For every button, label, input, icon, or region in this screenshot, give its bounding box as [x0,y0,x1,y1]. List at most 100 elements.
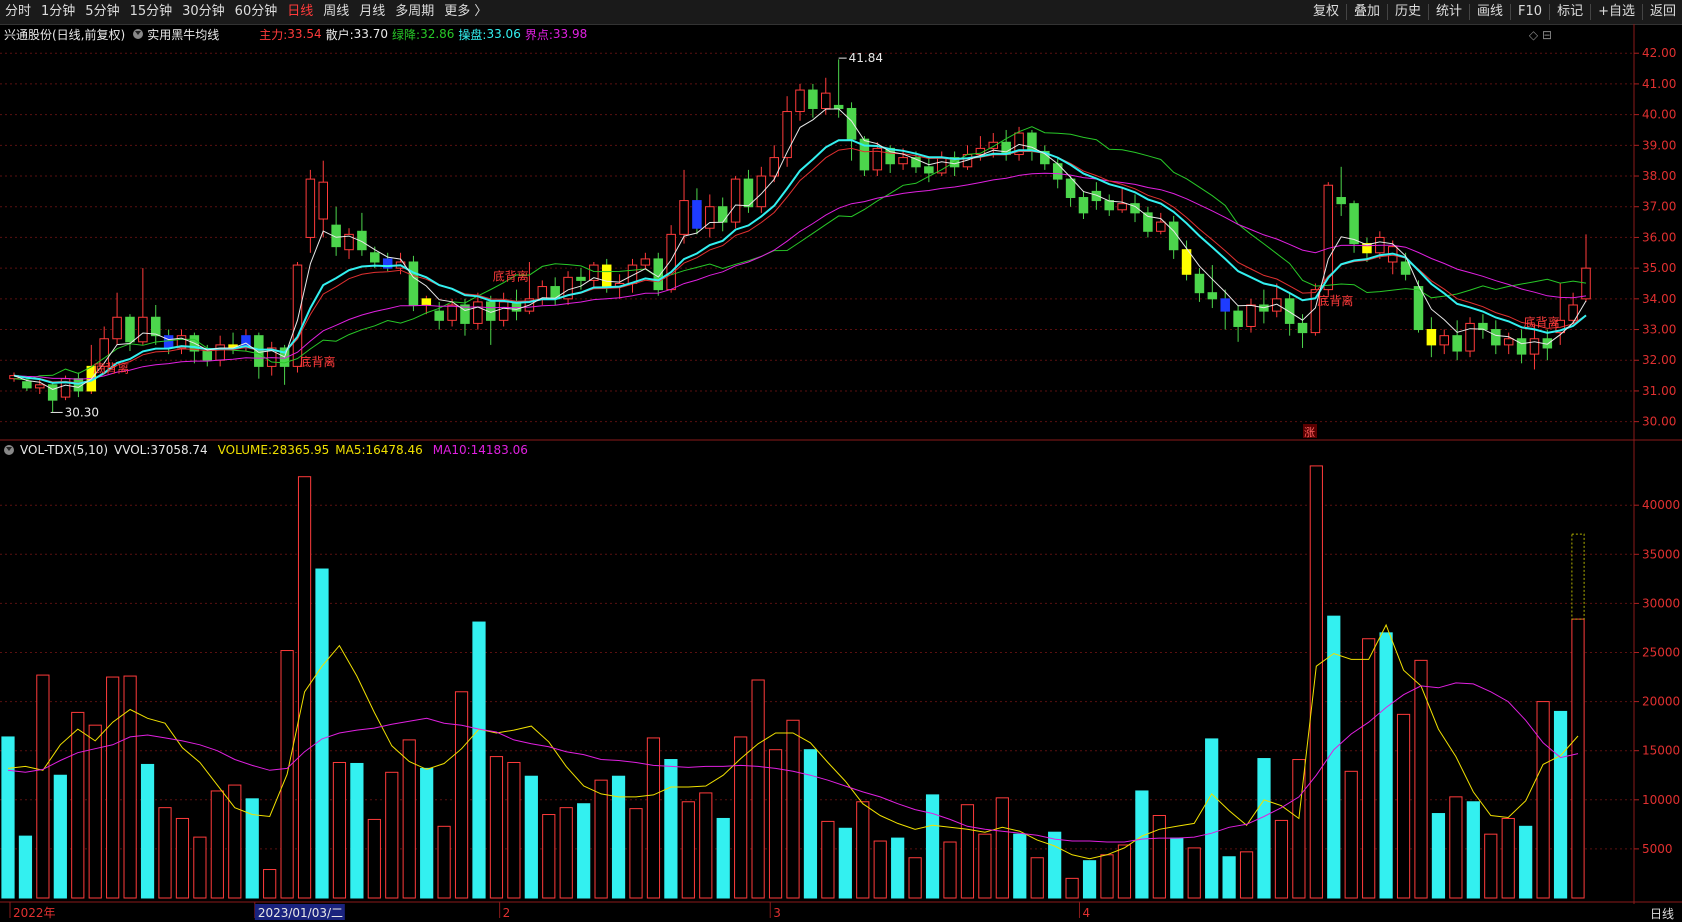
candle-body [1027,132,1037,152]
zhuli-value: 33.54 [287,27,322,41]
candle-16 [215,335,225,367]
candle-59 [769,145,779,183]
candle-122 [1581,234,1591,302]
candle-91 [1181,240,1192,281]
volume-bar-72 [1257,758,1271,899]
tab-period-7[interactable]: 周线 [318,0,354,24]
candle-9 [125,314,135,352]
diamond-icon[interactable]: ◇ [1529,28,1538,42]
candle-body [1375,236,1385,254]
candle-body [1529,338,1540,355]
candle-body [1143,212,1153,232]
volume-bar-62 [1082,860,1097,899]
candle-body [266,347,277,367]
candle-94 [1220,289,1230,330]
volume-bar-27 [472,621,486,899]
toolbar-action-1[interactable]: 叠加 [1348,0,1386,24]
tab-period-0[interactable]: 分时 [0,0,36,24]
candle-12 [163,329,174,355]
volume-bar-28 [489,756,504,899]
volume-bar-76 [1327,615,1341,899]
volume-bar-31 [542,814,556,899]
footer-period[interactable]: 日线 [1650,905,1674,922]
candle-79 [1027,129,1037,161]
volume-bar-44 [768,749,783,899]
toolbar-separator [1469,4,1471,20]
date-highlight [254,904,345,920]
candle-body [808,89,818,109]
toolbar-action-8[interactable]: 返回 [1644,0,1682,24]
vol-indicator-name[interactable]: VOL-TDX(5,10) [20,443,108,457]
candle-body [1387,246,1398,263]
candle-body [99,338,109,367]
volume-bar-46 [803,749,818,899]
tab-period-5[interactable]: 60分钟 [230,0,283,24]
volume-tick-label: 15000 [1642,744,1680,758]
tab-period-4[interactable]: 30分钟 [177,0,230,24]
candle-body [47,384,58,401]
tab-period-2[interactable]: 5分钟 [80,0,124,24]
candle-29 [382,252,393,272]
candle-body [1297,322,1308,334]
candle-body [511,301,522,312]
candle-body [1516,338,1527,355]
candle-34 [447,298,457,327]
main-info-bar: 兴通股份(日线,前复权) 实用黑牛均线 主力: 33.54 散户: 33.70 … [0,25,591,43]
candle-68 [885,145,895,173]
tab-period-10[interactable]: 更多 〉 [439,0,492,24]
collapse-icon[interactable]: ⊟ [1542,28,1552,42]
candle-22 [292,261,303,373]
candle-24 [318,160,328,238]
candle-body [589,264,599,281]
price-tick-label: 30.00 [1642,415,1676,429]
candle-40 [524,261,535,315]
price-tick-label: 35.00 [1642,261,1676,275]
tab-period-9[interactable]: 多周期 [390,0,439,24]
dropdown-circle-icon[interactable] [133,29,144,39]
volume-bar-34 [594,779,608,899]
volume-bar-68 [1187,847,1201,899]
volume-bar-38 [664,759,678,899]
tab-period-1[interactable]: 1分钟 [36,0,80,24]
candle-95 [1233,304,1243,342]
toolbar-action-5[interactable]: F10 [1512,0,1548,24]
vvol-label: VVOL: [114,443,151,457]
volume-bar-80 [1396,713,1411,899]
candle-body [163,335,174,349]
tab-period-8[interactable]: 月线 [354,0,390,24]
candle-28 [370,246,380,269]
candle-41 [537,280,548,305]
volume-bar-60 [1048,831,1062,899]
vvol-value: 37058.74 [150,443,208,457]
candle-35 [460,298,470,336]
volume-bar-29 [507,761,521,899]
toolbar-action-7[interactable]: +自选 [1592,0,1641,24]
toolbar-action-0[interactable]: 复权 [1307,0,1345,24]
volume-bar-75 [1309,465,1323,899]
toolbar-action-2[interactable]: 历史 [1389,0,1427,24]
volume-bar-83 [1449,796,1463,899]
zhang-label: 涨 [1304,426,1315,439]
candle-20 [266,341,277,376]
candle-104 [1349,200,1359,253]
candle-body [9,375,19,380]
toolbar-action-4[interactable]: 画线 [1471,0,1509,24]
tab-period-3[interactable]: 15分钟 [125,0,178,24]
candle-body [73,378,84,392]
candle-body [1259,304,1269,312]
volume-dropdown-icon[interactable] [4,445,14,455]
candle-73 [949,151,960,177]
candle-body [202,350,213,361]
candle-body [524,298,535,312]
tab-period-6[interactable]: 日线 [282,0,318,24]
candle-1 [22,378,32,391]
candle-105 [1362,237,1372,262]
toolbar-action-6[interactable]: 标记 [1551,0,1589,24]
candle-body [1336,197,1346,205]
indicator-name[interactable]: 实用黑牛均线 [147,26,219,43]
candle-57 [743,169,754,213]
candle-84 [1091,182,1102,210]
candle-body [370,252,380,263]
chart-corner-icons: ◇ ⊟ [1529,28,1552,42]
toolbar-action-3[interactable]: 统计 [1430,0,1468,24]
